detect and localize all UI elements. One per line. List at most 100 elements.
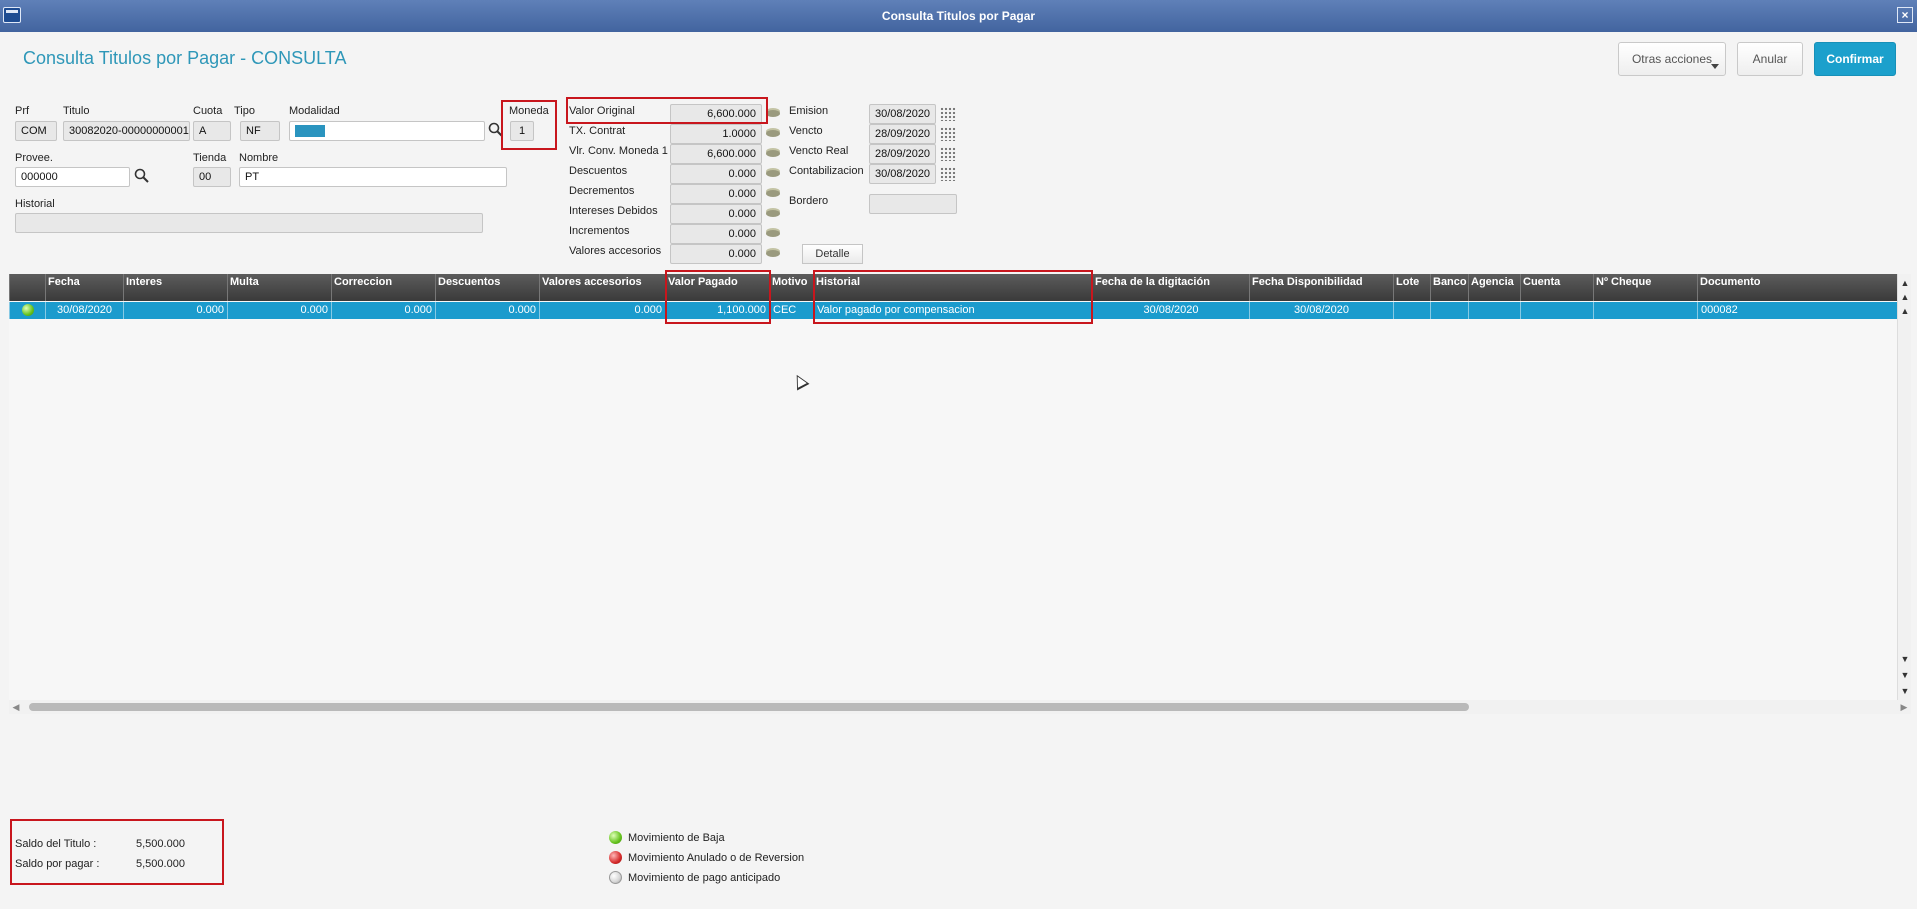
- scroll-page-down-icon[interactable]: ▼: [1898, 668, 1912, 682]
- scroll-down-icon[interactable]: ▼: [1898, 652, 1912, 666]
- decrementos-label: Decrementos: [569, 185, 635, 197]
- saldo-pagar-value: 5,500.000: [136, 858, 185, 870]
- currency-icon[interactable]: [766, 148, 782, 158]
- cuota-field[interactable]: A: [193, 121, 231, 141]
- historial-label: Historial: [15, 198, 55, 210]
- currency-icon[interactable]: [766, 128, 782, 138]
- scroll-top-icon[interactable]: ▲: [1898, 276, 1912, 290]
- valores-accesorios-field[interactable]: 0.000: [670, 244, 762, 264]
- detalle-button[interactable]: Detalle: [802, 244, 863, 264]
- emision-field[interactable]: 30/08/2020: [869, 104, 936, 124]
- moneda-label: Moneda: [509, 105, 549, 117]
- column-header-motivo[interactable]: Motivo: [769, 274, 813, 301]
- more-actions-button[interactable]: Otras acciones: [1618, 42, 1726, 76]
- currency-icon[interactable]: [766, 168, 782, 178]
- column-header-fecha[interactable]: Fecha: [45, 274, 123, 301]
- grid-horizontal-scrollbar[interactable]: ◀ ▶: [9, 700, 1911, 714]
- column-header-correccion[interactable]: Correccion: [331, 274, 435, 301]
- column-header-cheque[interactable]: Nº Cheque: [1593, 274, 1697, 301]
- vencto-real-field[interactable]: 28/09/2020: [869, 144, 936, 164]
- cancel-button[interactable]: Anular: [1737, 42, 1803, 76]
- fecha-cell: 30/08/2020: [45, 302, 123, 319]
- valor-original-field[interactable]: 6,600.000: [670, 104, 762, 124]
- modalidad-field[interactable]: [289, 121, 485, 141]
- table-row[interactable]: 30/08/2020 0.000 0.000 0.000 0.000 0.000…: [9, 302, 1897, 319]
- currency-icon[interactable]: [766, 228, 782, 238]
- cuota-label: Cuota: [193, 105, 223, 117]
- page-title: Consulta Titulos por Pagar - CONSULTA: [23, 48, 347, 68]
- scroll-up-icon[interactable]: ▲: [1898, 304, 1912, 318]
- search-icon[interactable]: [134, 168, 149, 184]
- moneda-field[interactable]: 1: [510, 121, 534, 141]
- summary-highlight: [10, 819, 224, 885]
- bordero-field[interactable]: [869, 194, 957, 214]
- vlr-conv-label: Vlr. Conv. Moneda 1: [569, 145, 668, 157]
- contabilizacion-field[interactable]: 30/08/2020: [869, 164, 936, 184]
- column-header-agencia[interactable]: Agencia: [1468, 274, 1520, 301]
- calendar-icon[interactable]: [940, 167, 956, 181]
- column-header-valor-pagado[interactable]: Valor Pagado: [665, 274, 769, 301]
- descuentos-label: Descuentos: [569, 165, 628, 177]
- calendar-icon[interactable]: [940, 147, 956, 161]
- provee-label: Provee.: [15, 152, 53, 164]
- intereses-debidos-field[interactable]: 0.000: [670, 204, 762, 224]
- nombre-field[interactable]: PT: [239, 167, 507, 187]
- currency-icon[interactable]: [766, 108, 782, 118]
- search-icon[interactable]: [488, 122, 503, 138]
- window-icon: [3, 7, 21, 23]
- column-header-multa[interactable]: Multa: [227, 274, 331, 301]
- tienda-field[interactable]: 00: [193, 167, 231, 187]
- prf-label: Prf: [15, 105, 30, 117]
- column-header-banco[interactable]: Banco: [1430, 274, 1468, 301]
- provee-field[interactable]: 000000: [15, 167, 130, 187]
- interes-cell: 0.000: [123, 302, 227, 319]
- movements-grid: Fecha Interes Multa Correccion Descuento…: [9, 274, 1897, 700]
- historial-cell: Valor pagado por compensacion: [813, 302, 1092, 319]
- calendar-icon[interactable]: [940, 127, 956, 141]
- prf-field[interactable]: COM: [15, 121, 57, 141]
- incrementos-label: Incrementos: [569, 225, 630, 237]
- valores-accesorios-cell: 0.000: [539, 302, 665, 319]
- valores-accesorios-label: Valores accesorios: [569, 245, 662, 257]
- currency-icon[interactable]: [766, 188, 782, 198]
- green-status-icon: [609, 831, 622, 844]
- calendar-icon[interactable]: [940, 107, 956, 121]
- legend-anticipado: Movimiento de pago anticipado: [628, 872, 781, 884]
- column-header-documento[interactable]: Documento: [1697, 274, 1897, 301]
- horizontal-scroll-thumb[interactable]: [29, 703, 1469, 711]
- incrementos-field[interactable]: 0.000: [670, 224, 762, 244]
- column-header-cuenta[interactable]: Cuenta: [1520, 274, 1593, 301]
- modalidad-selection: [295, 125, 325, 137]
- tipo-field[interactable]: NF: [240, 121, 280, 141]
- titulo-field[interactable]: 30082020-00000000001: [63, 121, 190, 141]
- vencto-label: Vencto: [789, 125, 823, 137]
- lote-cell: [1393, 302, 1430, 319]
- scroll-page-up-icon[interactable]: ▲: [1898, 290, 1912, 304]
- currency-icon[interactable]: [766, 248, 782, 258]
- scroll-bottom-icon[interactable]: ▼: [1898, 684, 1912, 698]
- scroll-right-icon[interactable]: ▶: [1897, 700, 1911, 714]
- vencto-field[interactable]: 28/09/2020: [869, 124, 936, 144]
- currency-icon[interactable]: [766, 208, 782, 218]
- column-header-interes[interactable]: Interes: [123, 274, 227, 301]
- grid-vertical-scrollbar[interactable]: ▲ ▲ ▲ ▼ ▼ ▼: [1897, 274, 1911, 700]
- column-header-valores-accesorios[interactable]: Valores accesorios: [539, 274, 665, 301]
- contabilizacion-label: Contabilizacion: [789, 165, 864, 177]
- column-header-status[interactable]: [9, 274, 45, 301]
- tx-contrat-label: TX. Contrat: [569, 125, 626, 137]
- column-header-descuentos[interactable]: Descuentos: [435, 274, 539, 301]
- column-header-historial[interactable]: Historial: [813, 274, 1092, 301]
- historial-field[interactable]: [15, 213, 483, 233]
- vlr-conv-field[interactable]: 6,600.000: [670, 144, 762, 164]
- column-header-fecha-disponibilidad[interactable]: Fecha Disponibilidad: [1249, 274, 1393, 301]
- tx-contrat-field[interactable]: 1.0000: [670, 124, 762, 144]
- confirm-button[interactable]: Confirmar: [1814, 42, 1896, 76]
- column-header-fecha-digitacion[interactable]: Fecha de la digitación: [1092, 274, 1249, 301]
- nombre-label: Nombre: [239, 152, 279, 164]
- decrementos-field[interactable]: 0.000: [670, 184, 762, 204]
- window-close-icon[interactable]: ×: [1897, 7, 1913, 23]
- column-header-lote[interactable]: Lote: [1393, 274, 1430, 301]
- scroll-left-icon[interactable]: ◀: [9, 700, 23, 714]
- fecha-digitacion-cell: 30/08/2020: [1092, 302, 1249, 319]
- descuentos-field[interactable]: 0.000: [670, 164, 762, 184]
